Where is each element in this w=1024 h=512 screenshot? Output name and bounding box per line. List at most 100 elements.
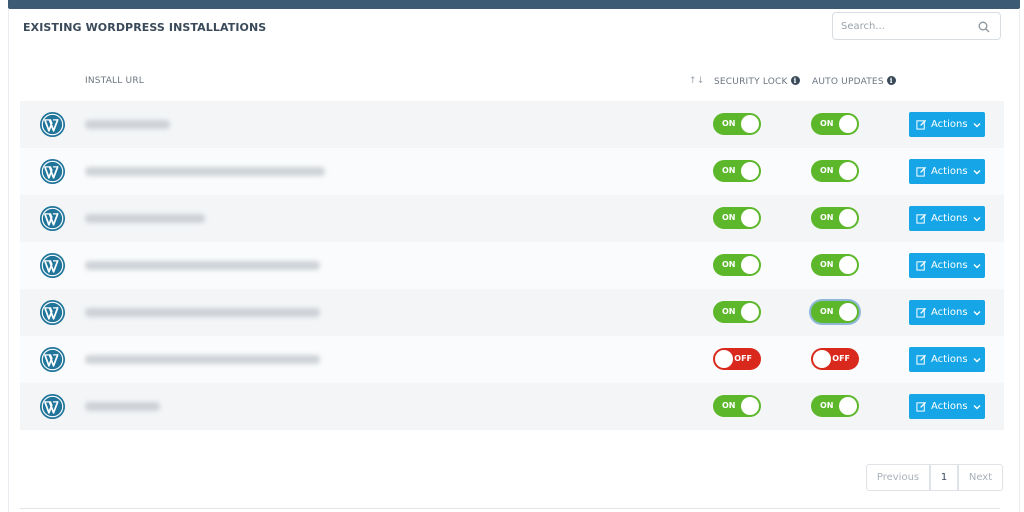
actions-label: Actions <box>931 401 968 412</box>
edit-icon <box>916 260 927 271</box>
installations-table: ON ON Actions ON ON Actions ON ON Actions ON ON Act… <box>20 101 1004 430</box>
toggle-label: ON <box>722 401 736 410</box>
panel-title: EXISTING WORDPRESS INSTALLATIONS <box>23 21 267 34</box>
install-url-redacted[interactable] <box>85 261 320 270</box>
toggle-label: ON <box>722 166 736 175</box>
toggle-knob <box>741 115 759 133</box>
info-icon[interactable]: i <box>790 76 800 85</box>
security-lock-toggle[interactable]: ON <box>713 160 761 182</box>
install-url-redacted[interactable] <box>85 214 205 223</box>
chevron-down-icon <box>973 310 981 315</box>
edit-icon <box>916 213 927 224</box>
toggle-label: OFF <box>832 354 850 363</box>
auto-updates-toggle[interactable]: ON <box>811 301 859 323</box>
table-row: ON ON Actions <box>20 383 1004 430</box>
chevron-down-icon <box>973 263 981 268</box>
table-row: ON ON Actions <box>20 195 1004 242</box>
chevron-down-icon <box>973 169 981 174</box>
auto-updates-toggle[interactable]: ON <box>811 207 859 229</box>
toggle-knob <box>741 162 759 180</box>
security-lock-label: SECURITY LOCK <box>714 77 788 87</box>
edit-icon <box>916 307 927 318</box>
security-lock-toggle[interactable]: ON <box>713 207 761 229</box>
search-box[interactable] <box>832 12 1001 40</box>
security-lock-toggle[interactable]: ON <box>713 395 761 417</box>
actions-button[interactable]: Actions <box>909 206 985 231</box>
toggle-knob <box>839 209 857 227</box>
install-url-redacted[interactable] <box>85 355 320 364</box>
edit-icon <box>916 166 927 177</box>
chevron-down-icon <box>973 216 981 221</box>
pagination-next[interactable]: Next <box>958 464 1003 491</box>
toggle-knob <box>741 256 759 274</box>
toggle-knob <box>741 209 759 227</box>
info-icon[interactable]: i <box>886 76 896 85</box>
toggle-knob <box>839 162 857 180</box>
wordpress-logo-icon <box>39 299 66 326</box>
toggle-knob <box>839 303 857 321</box>
divider <box>20 508 1000 509</box>
toggle-knob <box>839 397 857 415</box>
install-url-redacted[interactable] <box>85 167 325 176</box>
edit-icon <box>916 354 927 365</box>
sort-icon[interactable]: ↑↓ <box>689 76 704 86</box>
toggle-knob <box>839 115 857 133</box>
toggle-label: ON <box>820 213 834 222</box>
search-icon[interactable] <box>978 21 990 33</box>
actions-label: Actions <box>931 307 968 318</box>
pagination-previous[interactable]: Previous <box>866 464 930 491</box>
toggle-label: OFF <box>734 354 752 363</box>
toggle-knob <box>813 350 831 368</box>
auto-updates-toggle[interactable]: OFF <box>811 348 859 370</box>
edit-icon <box>916 401 927 412</box>
column-header-security-lock: SECURITY LOCK i <box>714 76 800 87</box>
chevron-down-icon <box>973 404 981 409</box>
actions-button[interactable]: Actions <box>909 394 985 419</box>
actions-button[interactable]: Actions <box>909 347 985 372</box>
auto-updates-toggle[interactable]: ON <box>811 160 859 182</box>
table-row: ON ON Actions <box>20 101 1004 148</box>
toggle-label: ON <box>820 119 834 128</box>
auto-updates-toggle[interactable]: ON <box>811 395 859 417</box>
install-url-redacted[interactable] <box>85 120 170 129</box>
pagination-page-1[interactable]: 1 <box>930 464 958 491</box>
toggle-label: ON <box>722 213 736 222</box>
actions-button[interactable]: Actions <box>909 159 985 184</box>
install-url-redacted[interactable] <box>85 402 160 411</box>
column-header-auto-updates: AUTO UPDATES i <box>812 76 896 87</box>
toggle-label: ON <box>820 307 834 316</box>
actions-button[interactable]: Actions <box>909 112 985 137</box>
table-row: ON ON Actions <box>20 148 1004 195</box>
actions-button[interactable]: Actions <box>909 300 985 325</box>
wordpress-logo-icon <box>39 346 66 373</box>
edit-icon <box>916 119 927 130</box>
chevron-down-icon <box>973 357 981 362</box>
wordpress-logo-icon <box>39 393 66 420</box>
toggle-knob <box>839 256 857 274</box>
table-row: ON ON Actions <box>20 242 1004 289</box>
security-lock-toggle[interactable]: ON <box>713 113 761 135</box>
chevron-down-icon <box>973 122 981 127</box>
actions-label: Actions <box>931 213 968 224</box>
table-row: ON ON Actions <box>20 289 1004 336</box>
actions-label: Actions <box>931 354 968 365</box>
security-lock-toggle[interactable]: OFF <box>713 348 761 370</box>
actions-label: Actions <box>931 119 968 130</box>
toggle-knob <box>715 350 733 368</box>
toggle-label: ON <box>820 401 834 410</box>
search-input[interactable] <box>841 13 971 39</box>
toggle-label: ON <box>722 119 736 128</box>
toggle-label: ON <box>820 166 834 175</box>
auto-updates-toggle[interactable]: ON <box>811 113 859 135</box>
actions-label: Actions <box>931 166 968 177</box>
auto-updates-toggle[interactable]: ON <box>811 254 859 276</box>
wordpress-logo-icon <box>39 205 66 232</box>
security-lock-toggle[interactable]: ON <box>713 301 761 323</box>
toggle-knob <box>741 397 759 415</box>
column-header-install-url[interactable]: INSTALL URL <box>85 76 144 86</box>
top-accent-bar <box>8 0 1020 9</box>
security-lock-toggle[interactable]: ON <box>713 254 761 276</box>
install-url-redacted[interactable] <box>85 308 320 317</box>
toggle-label: ON <box>722 260 736 269</box>
actions-button[interactable]: Actions <box>909 253 985 278</box>
